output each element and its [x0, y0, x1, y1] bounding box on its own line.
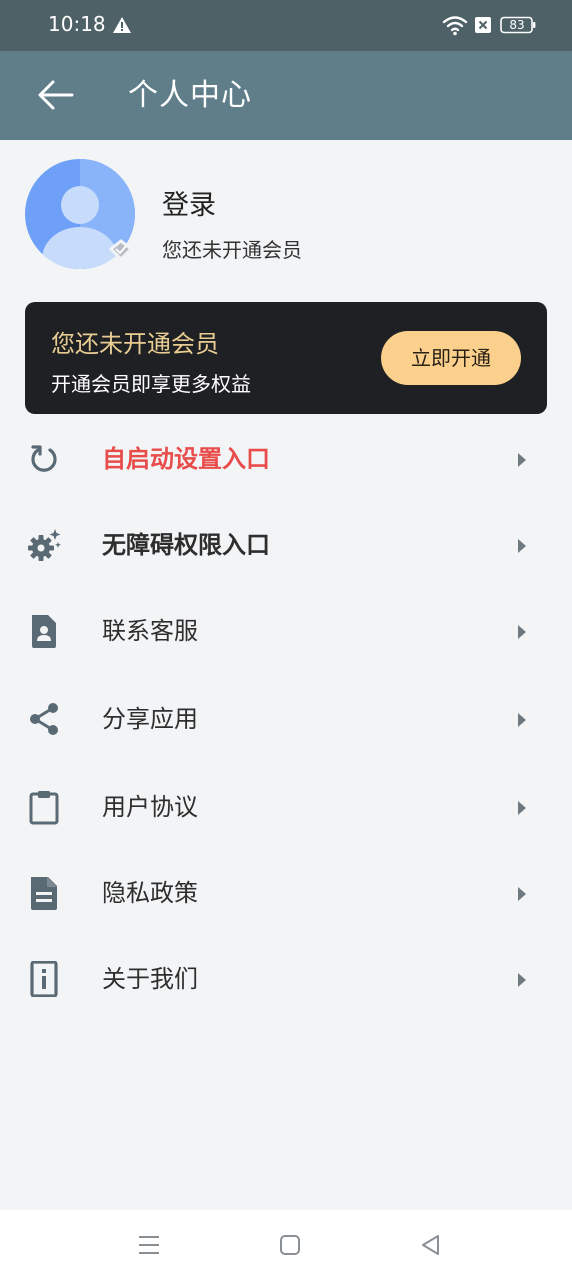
app-bar: 个人中心 [0, 51, 572, 140]
chevron-right-icon [518, 713, 526, 727]
menu-item-autostart[interactable]: 自启动设置入口 [0, 416, 572, 502]
page-title: 个人中心 [128, 78, 252, 113]
settings-icon [28, 529, 61, 561]
home-icon[interactable] [277, 1232, 303, 1258]
menu-item-label: 分享应用 [102, 705, 198, 733]
menu-item-share[interactable]: 分享应用 [0, 676, 572, 762]
menu-icon[interactable] [136, 1232, 162, 1258]
menu-item-label: 用户协议 [102, 793, 198, 821]
chevron-right-icon [518, 539, 526, 553]
status-time: 10:18 [48, 12, 106, 36]
menu-item-label: 联系客服 [102, 617, 198, 645]
info-icon [30, 961, 58, 997]
menu-item-about-us[interactable]: 关于我们 [0, 936, 572, 1022]
chevron-right-icon [518, 801, 526, 815]
vip-title: 您还未开通会员 [51, 330, 219, 358]
vip-subtitle: 开通会员即享更多权益 [51, 372, 251, 396]
system-nav-bar [0, 1210, 572, 1280]
document-icon [31, 877, 57, 910]
vip-card: 您还未开通会员 开通会员即享更多权益 立即开通 [25, 302, 547, 414]
menu-item-label: 无障碍权限入口 [102, 531, 270, 559]
no-sim-icon [475, 17, 491, 33]
open-membership-button[interactable]: 立即开通 [381, 331, 521, 385]
menu-item-user-agreement[interactable]: 用户协议 [0, 764, 572, 850]
menu-item-accessibility[interactable]: 无障碍权限入口 [0, 502, 572, 588]
avatar[interactable] [25, 159, 137, 271]
contact-icon [32, 615, 56, 648]
back-triangle-icon[interactable] [418, 1232, 444, 1258]
chevron-right-icon [518, 887, 526, 901]
status-bar: 10:18 83 [0, 0, 572, 51]
profile-section[interactable]: 登录 您还未开通会员 [0, 140, 572, 300]
menu-item-label: 关于我们 [102, 965, 198, 993]
login-label[interactable]: 登录 [162, 183, 216, 222]
chevron-right-icon [518, 453, 526, 467]
back-arrow-icon[interactable] [36, 77, 76, 113]
wifi-icon [442, 16, 468, 36]
member-status: 您还未开通会员 [162, 238, 302, 262]
menu-item-privacy-policy[interactable]: 隐私政策 [0, 850, 572, 936]
battery-level: 83 [509, 18, 525, 32]
menu-item-label: 隐私政策 [102, 879, 198, 907]
clipboard-icon [29, 791, 59, 825]
chevron-right-icon [518, 625, 526, 639]
warning-icon [113, 17, 131, 33]
refresh-icon [31, 445, 57, 472]
chevron-right-icon [518, 973, 526, 987]
menu-item-label: 自启动设置入口 [102, 445, 270, 473]
menu-item-customer-service[interactable]: 联系客服 [0, 588, 572, 674]
share-icon [30, 703, 58, 735]
